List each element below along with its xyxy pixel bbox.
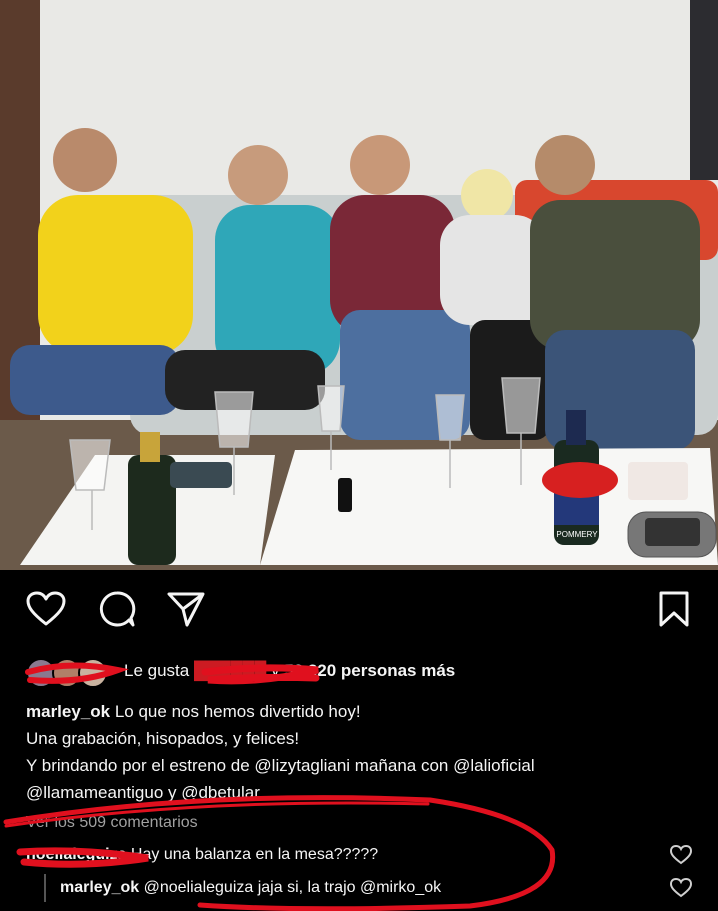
comment-icon[interactable]	[98, 590, 136, 628]
caption-line-1: Lo que nos hemos divertido hoy!	[110, 702, 361, 721]
likes-prefix: Le gusta	[124, 661, 190, 680]
post-photo[interactable]: POMMERY	[0, 0, 718, 570]
caption-line-3: Y brindando por el estreno de @lizytagli…	[26, 756, 535, 775]
avatar	[78, 658, 108, 688]
caption-line-2: Una grabación, hisopados, y felices!	[26, 729, 300, 748]
post-photo-illustration: POMMERY	[0, 0, 718, 570]
liker-avatars	[26, 658, 116, 688]
post-caption: marley_ok Lo que nos hemos divertido hoy…	[26, 698, 706, 806]
comment-item: noelialeguiza Hay una balanza en la mesa…	[26, 846, 378, 864]
likes-summary[interactable]: Le gusta ██████ y 53,320 personas más	[26, 656, 716, 688]
post-action-bar	[0, 572, 718, 650]
heart-icon[interactable]	[26, 591, 66, 627]
comment-reply-item: marley_ok @noelialeguiza jaja si, la tra…	[60, 879, 441, 897]
caption-username[interactable]: marley_ok	[26, 702, 110, 721]
view-all-comments-link[interactable]: Ver los 509 comentarios	[26, 814, 198, 832]
likes-count[interactable]: 53,320 personas más	[284, 661, 455, 680]
bottle-label: POMMERY	[556, 530, 598, 539]
send-icon[interactable]	[166, 590, 206, 628]
caption-line-4: @llamameantiguo y @dbetular	[26, 783, 260, 802]
reply-username[interactable]: marley_ok	[60, 879, 139, 896]
reply-thread-line	[44, 874, 46, 902]
reply-like-heart-icon[interactable]	[670, 878, 692, 898]
redacted-username[interactable]: ██████	[194, 661, 266, 680]
likes-conjunction: y	[266, 661, 285, 680]
reply-text: @noelialeguiza jaja si, la trajo @mirko_…	[139, 879, 442, 896]
likes-text: Le gusta ██████ y 53,320 personas más	[124, 661, 455, 681]
bookmark-icon[interactable]	[658, 590, 690, 628]
comment-like-heart-icon[interactable]	[670, 845, 692, 865]
comment-text: Hay una balanza en la mesa?????	[126, 846, 379, 863]
comment-username[interactable]: noelialeguiza	[26, 846, 126, 863]
